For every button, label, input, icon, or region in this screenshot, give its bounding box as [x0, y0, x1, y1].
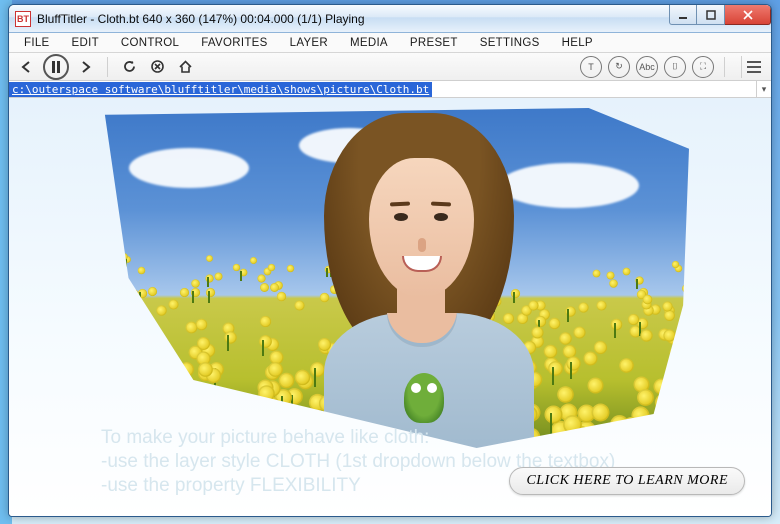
toolbar: T ↻ Abc ⌷ ⛶: [9, 53, 771, 81]
window-buttons: [669, 5, 771, 25]
pause-icon: [51, 61, 61, 73]
minimize-button[interactable]: [669, 5, 697, 25]
path-bar[interactable]: c:\outerspace software\blufftitler\media…: [9, 81, 771, 98]
overflow-menu-button[interactable]: [741, 56, 765, 78]
menubar: FILE EDIT CONTROL FAVORITES LAYER MEDIA …: [9, 33, 771, 53]
window-title: BluffTitler - Cloth.bt 640 x 360 (147%) …: [37, 12, 365, 26]
cloth-picture: [99, 108, 689, 448]
cloud-icon: [129, 148, 249, 188]
tool-text-button[interactable]: T: [580, 56, 602, 78]
text-icon: T: [588, 62, 594, 72]
menu-preset[interactable]: PRESET: [401, 35, 467, 51]
path-dropdown-icon[interactable]: ▾: [756, 81, 771, 97]
menu-settings[interactable]: SETTINGS: [471, 35, 549, 51]
person-figure: [269, 113, 569, 443]
abc-icon: Abc: [639, 62, 655, 72]
menu-file[interactable]: FILE: [15, 35, 59, 51]
home-button[interactable]: [174, 56, 196, 78]
menu-edit[interactable]: EDIT: [63, 35, 108, 51]
stop-button[interactable]: [146, 56, 168, 78]
back-button[interactable]: [15, 56, 37, 78]
arrow-right-icon: [79, 60, 93, 74]
tool-fullscreen-button[interactable]: ⛶: [692, 56, 714, 78]
menu-control[interactable]: CONTROL: [112, 35, 188, 51]
forward-button[interactable]: [75, 56, 97, 78]
rotate-icon: ↻: [615, 61, 623, 72]
reload-button[interactable]: [118, 56, 140, 78]
tool-rotate-button[interactable]: ↻: [608, 56, 630, 78]
app-icon: BT: [15, 11, 31, 27]
arrow-left-icon: [19, 60, 33, 74]
hamburger-icon: [747, 61, 761, 63]
preview-viewport[interactable]: To make your picture behave like cloth: …: [9, 98, 771, 516]
toolbar-separator: [724, 57, 725, 77]
learn-more-button[interactable]: CLICK HERE TO LEARN MORE: [509, 467, 745, 495]
app-window: BT BluffTitler - Cloth.bt 640 x 360 (147…: [8, 4, 772, 517]
close-button[interactable]: [725, 5, 771, 25]
size-icon: ⌷: [672, 61, 677, 72]
cancel-icon: [150, 59, 165, 74]
fullscreen-icon: ⛶: [700, 61, 706, 72]
play-pause-button[interactable]: [43, 54, 69, 80]
menu-layer[interactable]: LAYER: [281, 35, 337, 51]
menu-favorites[interactable]: FAVORITES: [192, 35, 276, 51]
tool-abc-button[interactable]: Abc: [636, 56, 658, 78]
reload-icon: [122, 59, 137, 74]
path-text[interactable]: c:\outerspace software\blufftitler\media…: [9, 82, 432, 97]
maximize-button[interactable]: [697, 5, 725, 25]
titlebar[interactable]: BT BluffTitler - Cloth.bt 640 x 360 (147…: [9, 5, 771, 33]
menu-help[interactable]: HELP: [553, 35, 602, 51]
home-icon: [178, 59, 193, 74]
tool-size-button[interactable]: ⌷: [664, 56, 686, 78]
toolbar-separator: [107, 57, 108, 77]
menu-media[interactable]: MEDIA: [341, 35, 397, 51]
